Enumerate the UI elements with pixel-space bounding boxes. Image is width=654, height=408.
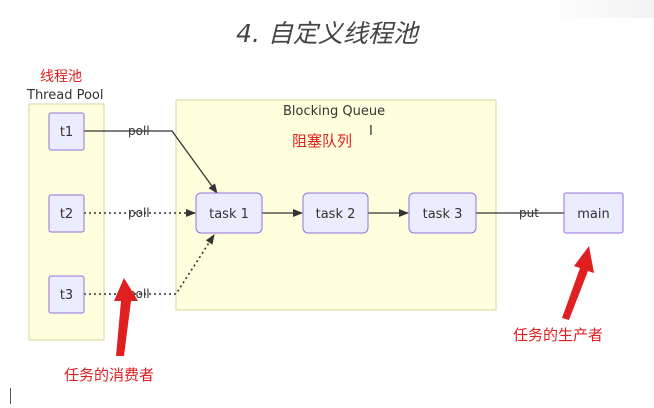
producer-node-label: main bbox=[577, 207, 609, 222]
task-node-2[interactable]: task 2 bbox=[302, 192, 369, 234]
blocking-queue-label-cn: 阻塞队列 bbox=[292, 132, 353, 150]
thread-node-t2[interactable]: t2 bbox=[48, 194, 85, 233]
producer-node-main[interactable]: main bbox=[563, 192, 624, 234]
edge-label-poll-2: poll bbox=[128, 206, 150, 220]
edge-label-put: put bbox=[519, 206, 539, 220]
task-node-3[interactable]: task 3 bbox=[408, 192, 477, 234]
consumer-annotation: 任务的消费者 bbox=[64, 366, 155, 384]
thread-node-label: t2 bbox=[60, 207, 73, 222]
thread-pool-label-cn: 线程池 bbox=[40, 69, 82, 85]
thread-node-label: t1 bbox=[60, 125, 73, 140]
producer-annotation: 任务的生产者 bbox=[513, 326, 604, 344]
task-node-label: task 2 bbox=[316, 207, 356, 222]
producer-pointer-arrow-icon bbox=[562, 246, 594, 320]
task-node-label: task 3 bbox=[423, 207, 463, 222]
task-node-1[interactable]: task 1 bbox=[195, 192, 263, 234]
text-caret bbox=[10, 388, 11, 404]
thread-pool-label-en: Thread Pool bbox=[27, 88, 104, 103]
thread-node-t3[interactable]: t3 bbox=[48, 275, 85, 314]
diagram-canvas: poll poll poll put t1 t2 t3 task 1 task … bbox=[28, 99, 624, 356]
thread-node-t1[interactable]: t1 bbox=[48, 112, 85, 151]
edge-label-poll-1: poll bbox=[128, 124, 150, 138]
task-node-label: task 1 bbox=[209, 207, 249, 222]
blocking-queue-label-en: Blocking Queue bbox=[283, 104, 386, 119]
text-cursor-icon: I bbox=[369, 124, 373, 139]
thread-node-label: t3 bbox=[60, 288, 73, 303]
